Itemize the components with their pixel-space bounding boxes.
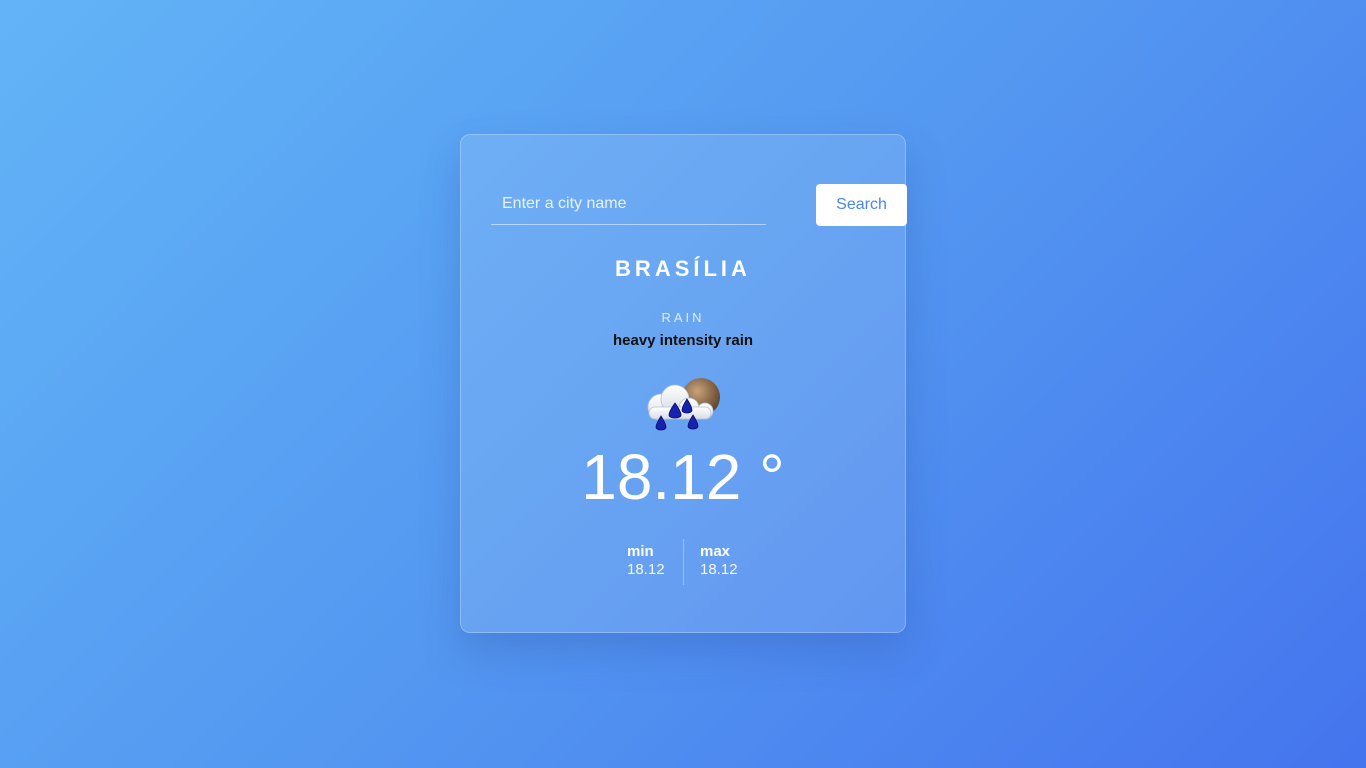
weather-condition: RAIN <box>661 310 705 325</box>
city-name: BRASÍLIA <box>615 256 751 281</box>
min-label: min <box>627 543 654 560</box>
heavy-rain-cloud-moon-icon <box>647 378 720 431</box>
search-button[interactable]: Search <box>816 184 907 226</box>
temperature-value: 18.12 ° <box>581 441 785 513</box>
min-temperature: min 18.12 <box>627 543 665 579</box>
max-label: max <box>700 543 731 560</box>
city-search-input[interactable] <box>491 184 766 225</box>
min-value: 18.12 <box>627 561 665 578</box>
min-max-divider <box>683 539 684 585</box>
min-max-temperatures: min 18.12 max 18.12 <box>461 539 905 585</box>
search-bar: Search <box>491 184 907 226</box>
max-temperature: max 18.12 <box>700 543 738 579</box>
max-value: 18.12 <box>700 561 738 578</box>
weather-card: Search BRASÍLIA RAIN heavy intensity rai… <box>460 134 907 633</box>
weather-description: heavy intensity rain <box>612 332 754 349</box>
